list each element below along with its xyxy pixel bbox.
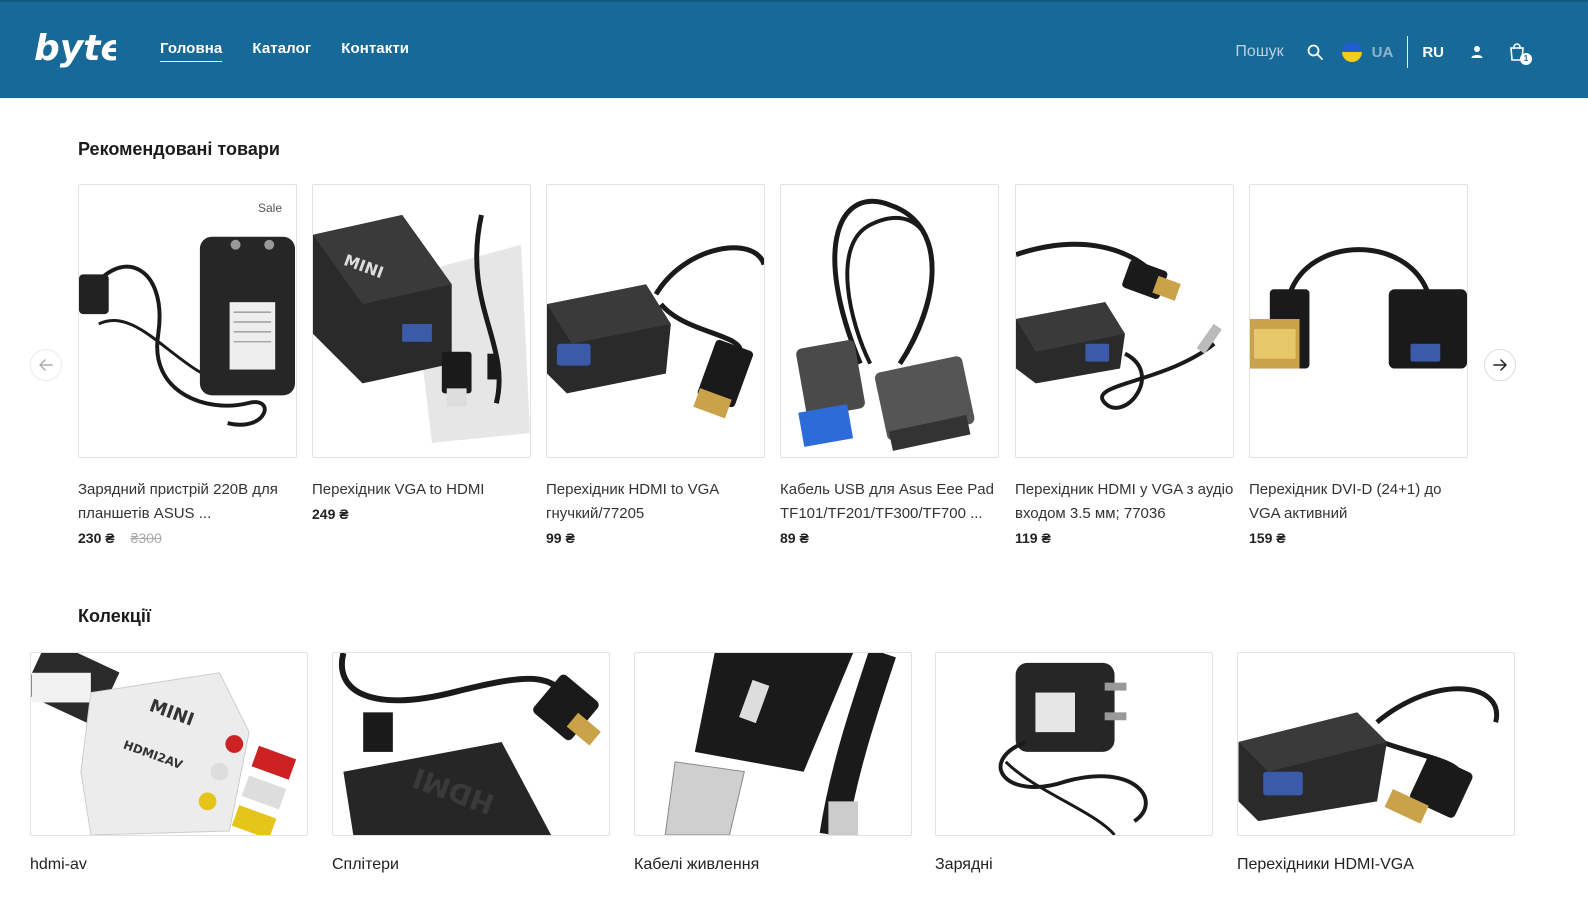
product-price: 230 ₴ <box>78 530 115 546</box>
collection-name[interactable]: Сплітери <box>332 856 610 874</box>
search-label[interactable]: Пошук <box>1235 43 1283 61</box>
collection-image[interactable]: HDMI <box>332 652 610 836</box>
price-row: 119 ₴ <box>1015 530 1234 546</box>
product-name[interactable]: Кабель USB для Asus Eee Pad TF101/TF201/… <box>780 478 999 526</box>
price-row: 99 ₴ <box>546 530 765 546</box>
charger-image <box>79 236 296 427</box>
usb-cable-image <box>796 198 975 451</box>
product-price: 99 ₴ <box>546 530 575 546</box>
user-icon[interactable] <box>1468 43 1486 61</box>
ukraine-flag-icon <box>1341 42 1362 62</box>
product-price: 119 ₴ <box>1015 530 1051 546</box>
product-price: 249 ₴ <box>312 506 349 522</box>
product-card[interactable]: Перехідник DVI-D (24+1) до VGA активний … <box>1249 184 1468 546</box>
recommended-title: Рекомендовані товари <box>78 139 280 159</box>
product-image[interactable] <box>780 184 999 458</box>
svg-text:byte: byte <box>34 28 116 69</box>
arrow-right-icon <box>1493 359 1507 371</box>
collection-name[interactable]: Кабелі живлення <box>634 856 912 874</box>
product-price: 89 ₴ <box>780 530 809 546</box>
collection-name[interactable]: hdmi-av <box>30 856 308 874</box>
product-price: 159 ₴ <box>1249 530 1286 546</box>
charger-collection-image <box>998 662 1148 835</box>
lang-ru[interactable]: RU <box>1422 44 1444 61</box>
price-row: 230 ₴ ₴300 <box>78 530 297 546</box>
collections-title: Колекції <box>78 606 151 626</box>
hdmi-vga-audio-adapter-image <box>1016 241 1222 410</box>
nav-contacts[interactable]: Контакти <box>341 40 409 62</box>
logo[interactable]: byte <box>32 24 125 76</box>
product-card[interactable]: Sale Зарядний пристрій 220В для планшеті… <box>78 184 297 546</box>
lang-ua[interactable]: UA <box>1372 44 1394 61</box>
vga-hdmi-adapter-image: MINI <box>313 214 530 443</box>
slider-prev-button[interactable] <box>30 349 62 381</box>
product-card[interactable]: Перехідник HDMI to VGA гнучкий/77205 99 … <box>546 184 765 546</box>
collection-name[interactable]: Зарядні <box>935 856 1213 874</box>
nav-catalog[interactable]: Каталог <box>252 40 311 62</box>
collection-image[interactable] <box>634 652 912 836</box>
hdmi-av-image: MINI HDMI2AV <box>31 653 297 835</box>
sale-badge: Sale <box>257 201 282 215</box>
logo-icon: byte <box>34 28 125 69</box>
collection-image[interactable] <box>1237 652 1515 836</box>
product-name[interactable]: Перехідник DVI-D (24+1) до VGA активний <box>1249 478 1468 526</box>
product-image[interactable]: MINI <box>312 184 531 458</box>
collection-image[interactable] <box>935 652 1213 836</box>
product-image[interactable] <box>1015 184 1234 458</box>
price-row: 249 ₴ <box>312 506 531 522</box>
product-name[interactable]: Зарядний пристрій 220В для планшетів ASU… <box>78 478 297 526</box>
hdmi-vga-collection-image <box>1238 686 1500 824</box>
collection-image[interactable]: MINI HDMI2AV <box>30 652 308 836</box>
header-actions: Пошук UA RU 1 <box>1235 32 1532 72</box>
dvi-vga-adapter-image <box>1250 247 1467 369</box>
product-card[interactable]: Кабель USB для Asus Eee Pad TF101/TF201/… <box>780 184 999 546</box>
collection-card[interactable]: Кабелі живлення <box>634 652 912 874</box>
collection-card[interactable]: HDMI Сплітери <box>332 652 610 874</box>
product-name[interactable]: Перехідник HDMI to VGA гнучкий/77205 <box>546 478 765 526</box>
main-nav: Головна Каталог Контакти <box>160 40 409 62</box>
collection-card[interactable]: MINI HDMI2AV hdmi-av <box>30 652 308 874</box>
cart-icon[interactable]: 1 <box>1508 43 1532 65</box>
site-header: byte Головна Каталог Контакти Пошук UA R… <box>0 0 1588 98</box>
collection-name[interactable]: Перехідники HDMI-VGA <box>1237 856 1515 874</box>
product-card[interactable]: Перехідник HDMI у VGA з аудіо входом 3.5… <box>1015 184 1234 546</box>
product-name[interactable]: Перехідник HDMI у VGA з аудіо входом 3.5… <box>1015 478 1234 526</box>
power-cable-image <box>664 653 896 835</box>
collection-card[interactable]: Зарядні <box>935 652 1213 874</box>
product-card[interactable]: MINI Перехідник VGA to HDMI 249 ₴ <box>312 184 531 522</box>
lang-divider <box>1407 36 1409 68</box>
price-row: 89 ₴ <box>780 530 999 546</box>
product-old-price: ₴300 <box>130 530 162 546</box>
search-icon[interactable] <box>1306 43 1324 61</box>
product-image[interactable] <box>546 184 765 458</box>
collection-card[interactable]: Перехідники HDMI-VGA <box>1237 652 1515 874</box>
cart-count-badge: 1 <box>1520 53 1532 65</box>
slider-next-button[interactable] <box>1484 349 1516 381</box>
hdmi-vga-adapter-image <box>547 245 764 419</box>
nav-home[interactable]: Головна <box>160 40 223 62</box>
product-image[interactable]: Sale <box>78 184 297 458</box>
arrow-left-icon <box>39 359 53 371</box>
product-image[interactable] <box>1249 184 1468 458</box>
hdmi-splitter-image: HDMI <box>339 653 601 835</box>
price-row: 159 ₴ <box>1249 530 1468 546</box>
